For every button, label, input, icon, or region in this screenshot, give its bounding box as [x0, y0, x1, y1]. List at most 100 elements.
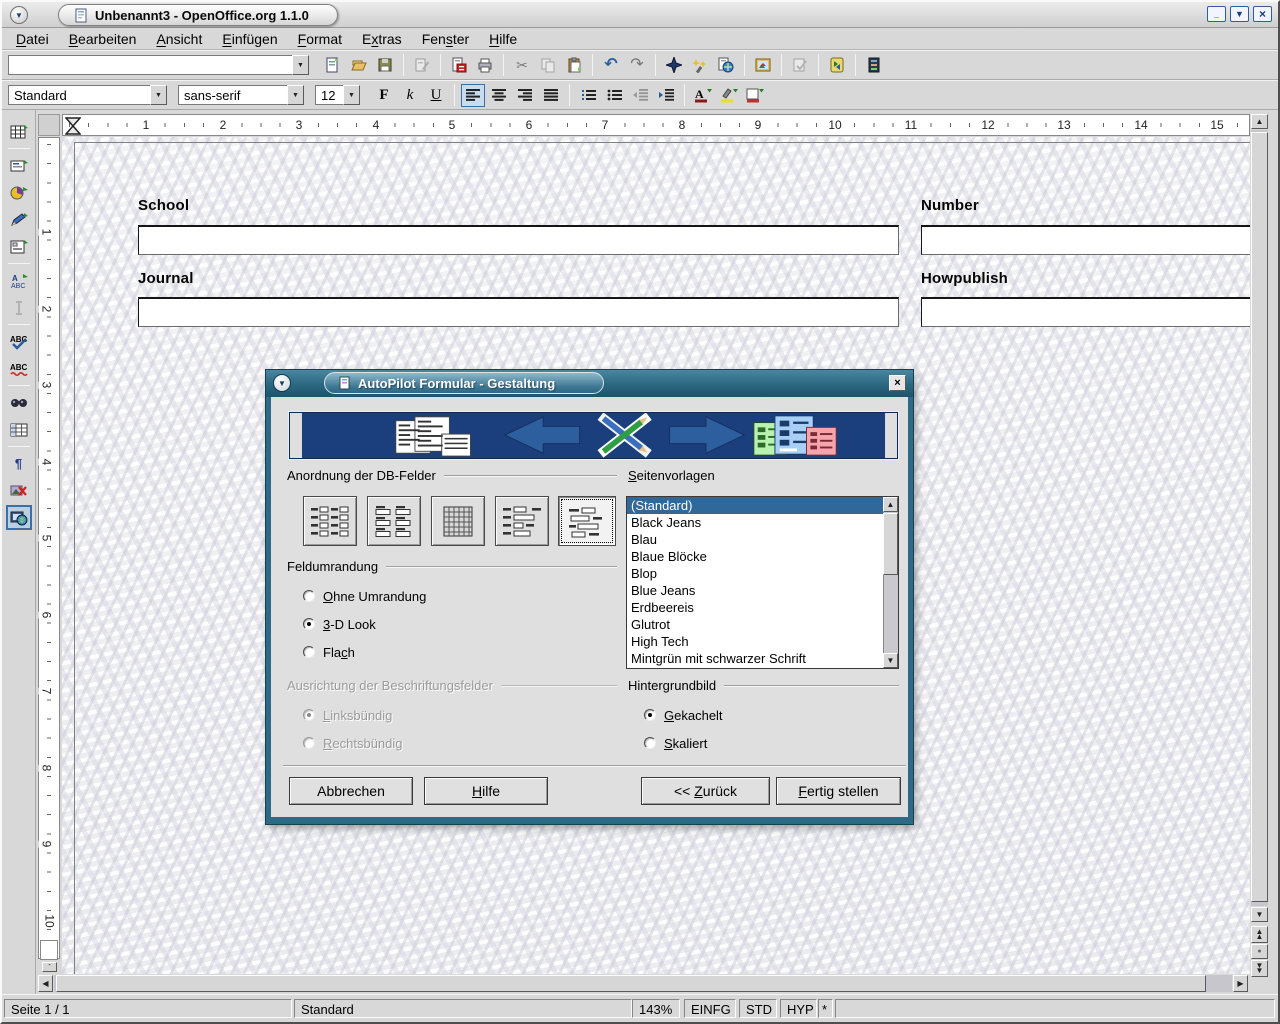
new-document-button[interactable]	[321, 54, 345, 77]
form-functions-button[interactable]	[6, 234, 32, 259]
font-size-combo[interactable]: 12 ▼	[315, 85, 361, 105]
gallery-button[interactable]	[751, 54, 775, 77]
number-field-input[interactable]	[921, 225, 1250, 255]
direct-cursor-button[interactable]	[6, 295, 32, 320]
school-field-input[interactable]	[138, 225, 899, 255]
list-item[interactable]: Mintgrün mit schwarzer Schrift	[627, 650, 883, 667]
numbering-button[interactable]	[576, 84, 600, 107]
undo-button[interactable]: ↶	[599, 54, 623, 77]
menu-einfuegen[interactable]: Einfügen	[212, 29, 287, 49]
navigator-button[interactable]	[662, 54, 686, 77]
status-zoom[interactable]: 143%	[632, 999, 680, 1018]
paragraph-style-combo[interactable]: Standard ▼	[8, 85, 168, 105]
bookmark-navigation-button[interactable]	[825, 54, 849, 77]
stylist-button[interactable]	[688, 54, 712, 77]
list-item[interactable]: Erdbeereis	[627, 599, 883, 616]
draw-functions-button[interactable]	[6, 207, 32, 232]
list-scroll-up-button[interactable]: ▲	[883, 497, 898, 512]
menu-bearbeiten[interactable]: Bearbeiten	[59, 29, 147, 49]
horizontal-ruler[interactable]: 1 2 3 4 5 6 7 8 9 10 11 12 13 14 15	[62, 114, 1250, 136]
menu-hilfe[interactable]: Hilfe	[479, 29, 527, 49]
export-pdf-button[interactable]	[447, 54, 471, 77]
list-item[interactable]: High Tech	[627, 633, 883, 650]
vertical-scrollbar-thumb[interactable]	[1251, 132, 1268, 902]
spellcheck-button[interactable]: ABC	[6, 329, 32, 354]
window-menu-button[interactable]: ▼	[10, 6, 28, 24]
radio-flat[interactable]: Flach	[303, 644, 355, 660]
find-replace-button[interactable]	[6, 390, 32, 415]
list-scrollbar[interactable]: ▲ ▼	[883, 497, 898, 668]
arrangement-free-button[interactable]	[558, 496, 616, 546]
radio-no-border[interactable]: Ohne Umrandung	[303, 588, 426, 604]
menu-datei[interactable]: Datei	[6, 29, 59, 49]
font-combo-arrow-icon[interactable]: ▼	[287, 85, 304, 105]
url-combo[interactable]: ▼	[8, 55, 310, 75]
tab-stop-icon[interactable]	[65, 117, 81, 135]
ruler-mini-button[interactable]: -	[42, 962, 57, 972]
underline-button[interactable]: U	[424, 84, 448, 107]
menu-fenster[interactable]: Fenster	[412, 29, 479, 49]
url-input[interactable]	[8, 55, 292, 75]
back-button[interactable]: << Zurück	[641, 777, 770, 805]
list-scroll-down-button[interactable]: ▼	[883, 653, 898, 668]
radio-scaled[interactable]: Skaliert	[644, 735, 707, 751]
print-button[interactable]	[473, 54, 497, 77]
auto-spellcheck-button[interactable]: ABC	[6, 356, 32, 381]
maximize-button[interactable]: ▼	[1230, 6, 1249, 22]
menu-ansicht[interactable]: Ansicht	[146, 29, 212, 49]
radio-3d-look[interactable]: 3-D Look	[303, 616, 376, 632]
edit-file-button[interactable]	[410, 54, 434, 77]
close-button[interactable]: ×	[1253, 6, 1272, 22]
data-sources-view-button[interactable]	[6, 417, 32, 442]
size-combo-arrow-icon[interactable]: ▼	[343, 85, 360, 105]
menu-format[interactable]: Format	[288, 29, 352, 49]
arrangement-columns-labels-top-button[interactable]	[367, 496, 421, 546]
cut-button[interactable]: ✂	[510, 54, 534, 77]
highlighting-button[interactable]	[717, 84, 741, 107]
menu-extras[interactable]: Extras	[352, 29, 412, 49]
paste-button[interactable]	[562, 54, 586, 77]
bold-button[interactable]: F	[372, 84, 396, 107]
autotext-button[interactable]: AABC	[6, 268, 32, 293]
help-button[interactable]: Hilfe	[424, 777, 548, 805]
dialog-menu-button[interactable]: ▼	[273, 374, 291, 392]
horizontal-scrollbar-thumb[interactable]	[56, 975, 1206, 992]
copy-button[interactable]	[536, 54, 560, 77]
next-page-button[interactable]: ▼▼	[1251, 960, 1268, 977]
url-combo-arrow-icon[interactable]: ▼	[292, 55, 309, 75]
status-insert-mode[interactable]: EINFG	[684, 999, 736, 1018]
increase-indent-button[interactable]	[654, 84, 678, 107]
style-combo-arrow-icon[interactable]: ▼	[150, 85, 167, 105]
list-scrollbar-thumb[interactable]	[883, 513, 898, 575]
insert-table-button[interactable]	[6, 119, 32, 144]
status-hyperlink-mode[interactable]: HYP	[780, 999, 817, 1018]
navigation-dot-button[interactable]: ●	[1251, 944, 1268, 959]
list-item[interactable]: (Standard)	[627, 497, 883, 514]
scroll-down-button[interactable]: ▼	[1251, 907, 1268, 922]
list-item[interactable]: Blue Jeans	[627, 582, 883, 599]
dialog-titlebar[interactable]: ▼ AutoPilot Formular - Gestaltung ×	[266, 370, 913, 397]
scroll-right-button[interactable]: ▶	[1233, 975, 1248, 992]
open-button[interactable]	[347, 54, 371, 77]
dialog-close-button[interactable]: ×	[889, 375, 906, 391]
vertical-ruler[interactable]: 1 2 3 4 5 6 7 8 9 10	[38, 137, 60, 959]
journal-field-input[interactable]	[138, 297, 899, 327]
save-button[interactable]	[373, 54, 397, 77]
list-item[interactable]: Glutrot	[627, 616, 883, 633]
status-page-style[interactable]: Standard	[294, 999, 632, 1018]
radio-tiled[interactable]: Gekachelt	[644, 707, 723, 723]
insert-object-button[interactable]	[6, 180, 32, 205]
italic-button[interactable]: k	[398, 84, 422, 107]
align-center-button[interactable]	[487, 84, 511, 107]
decrease-indent-button[interactable]	[628, 84, 652, 107]
status-selection-mode[interactable]: STD	[739, 999, 777, 1018]
finish-button[interactable]: Fertig stellen	[776, 777, 901, 805]
minimize-button[interactable]: _	[1207, 6, 1226, 22]
font-name-combo[interactable]: sans-serif ▼	[178, 85, 305, 105]
list-item[interactable]: Blop	[627, 565, 883, 582]
list-item[interactable]: Blau	[627, 531, 883, 548]
online-layout-button[interactable]	[6, 505, 32, 530]
paragraph-background-button[interactable]	[743, 84, 767, 107]
redo-button[interactable]: ↷	[625, 54, 649, 77]
arrangement-rows-labels-left-button[interactable]	[495, 496, 549, 546]
